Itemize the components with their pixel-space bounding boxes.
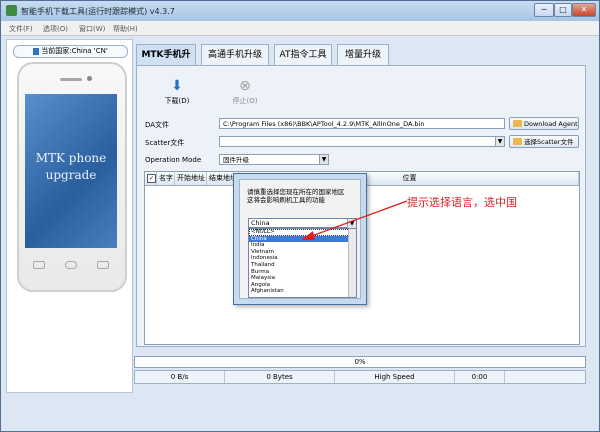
list-item[interactable]: Malaysia: [249, 275, 356, 282]
minimize-button[interactable]: ─: [534, 3, 554, 17]
operation-mode-value: 固件升级: [223, 156, 249, 164]
status-size: 0 Bytes: [225, 371, 335, 383]
tab-mtk-upgrade[interactable]: MTK手机升级: [136, 44, 196, 81]
maximize-button[interactable]: □: [554, 3, 572, 17]
progress-percent: 0%: [354, 358, 366, 366]
back-icon: [33, 261, 45, 269]
menu-window[interactable]: 窗口(W): [79, 24, 105, 34]
status-mode: High Speed: [335, 371, 455, 383]
progress-bar: 0%: [134, 356, 586, 368]
download-label: 下载(D): [164, 97, 190, 105]
menu-options[interactable]: 选项(O): [43, 24, 68, 34]
menu-bar: 文件(F) 选项(O) 窗口(W) 帮助(H): [1, 21, 599, 36]
download-button[interactable]: ⬇ 下载(D): [157, 78, 197, 106]
phone-screen-text: MTK phone upgrade: [35, 151, 107, 182]
device-panel: 当前国家:China 'CN' MTK phone upgrade: [6, 39, 133, 393]
download-agent-label: Download Agent: [524, 120, 578, 128]
list-item[interactable]: Thailand: [249, 262, 356, 269]
da-file-label: DA文件: [145, 121, 170, 129]
flag-icon: [33, 47, 40, 55]
menu-help[interactable]: 帮助(H): [113, 24, 138, 34]
select-scatter-label: 选择Scatter文件: [524, 138, 574, 146]
da-file-field[interactable]: C:\Program Files (x86)\BBK\APTool_4.2.9\…: [219, 118, 505, 129]
current-country-text: 当前国家:China 'CN': [41, 47, 108, 55]
column-start-address[interactable]: 开始地址: [175, 172, 207, 185]
tab-at-command-tool[interactable]: AT指令工具: [274, 44, 332, 65]
list-item[interactable]: Vietnam: [249, 249, 356, 256]
stop-button[interactable]: ⊗ 停止(O): [225, 78, 265, 106]
select-scatter-button[interactable]: 选择Scatter文件: [509, 135, 579, 148]
scatter-file-label: Scatter文件: [145, 139, 185, 147]
list-item[interactable]: Indonesia: [249, 255, 356, 262]
menu-file[interactable]: 文件(F): [9, 24, 33, 34]
list-item[interactable]: India: [249, 242, 356, 249]
select-all-checkbox[interactable]: ✓: [145, 172, 157, 185]
operation-mode-label: Operation Mode: [145, 156, 202, 164]
country-combobox-value: China: [251, 219, 270, 227]
phone-screen: MTK phone upgrade: [25, 94, 117, 248]
chevron-down-icon[interactable]: ▼: [319, 155, 328, 164]
current-country: 当前国家:China 'CN': [13, 45, 128, 58]
home-icon: [65, 261, 77, 269]
folder-icon: [513, 138, 522, 145]
title-bar: 智能手机下载工具(运行时跟踪模式) v4.3.7 ─ □ ✕: [1, 1, 599, 21]
phone-illustration: MTK phone upgrade: [17, 62, 127, 292]
column-name[interactable]: 名字: [157, 172, 175, 185]
folder-icon: [513, 120, 522, 127]
window-title: 智能手机下载工具(运行时跟踪模式) v4.3.7: [21, 7, 175, 16]
tab-qualcomm-upgrade[interactable]: 高通手机升级: [201, 44, 269, 65]
check-icon: ✓: [147, 173, 156, 183]
list-item[interactable]: Afghanistan: [249, 288, 356, 295]
list-item[interactable]: Angola: [249, 282, 356, 289]
list-item[interactable]: Burma: [249, 269, 356, 276]
download-agent-button[interactable]: Download Agent: [509, 117, 579, 130]
annotation-text: 提示选择语言，选中国: [407, 196, 517, 209]
close-button[interactable]: ✕: [572, 3, 596, 17]
operation-mode-select[interactable]: 固件升级 ▼: [219, 154, 329, 165]
status-bar: 0 B/s 0 Bytes High Speed 0:00: [134, 370, 586, 384]
arrow-down-icon: ⬇: [171, 78, 183, 94]
scatter-file-field[interactable]: ▼: [219, 136, 505, 147]
tab-incremental-upgrade[interactable]: 增量升级: [337, 44, 389, 65]
app-window: 智能手机下载工具(运行时跟踪模式) v4.3.7 ─ □ ✕ 文件(F) 选项(…: [0, 0, 600, 432]
status-speed: 0 B/s: [135, 371, 225, 383]
speaker-icon: [60, 78, 82, 81]
app-icon: [6, 5, 17, 16]
status-time: 0:00: [455, 371, 505, 383]
chevron-down-icon[interactable]: ▼: [495, 137, 504, 146]
annotation-arrow-icon: [301, 200, 408, 240]
stop-label: 停止(O): [232, 97, 258, 105]
menu-icon: [97, 261, 109, 269]
stop-icon: ⊗: [239, 78, 251, 94]
camera-icon: [87, 76, 92, 81]
